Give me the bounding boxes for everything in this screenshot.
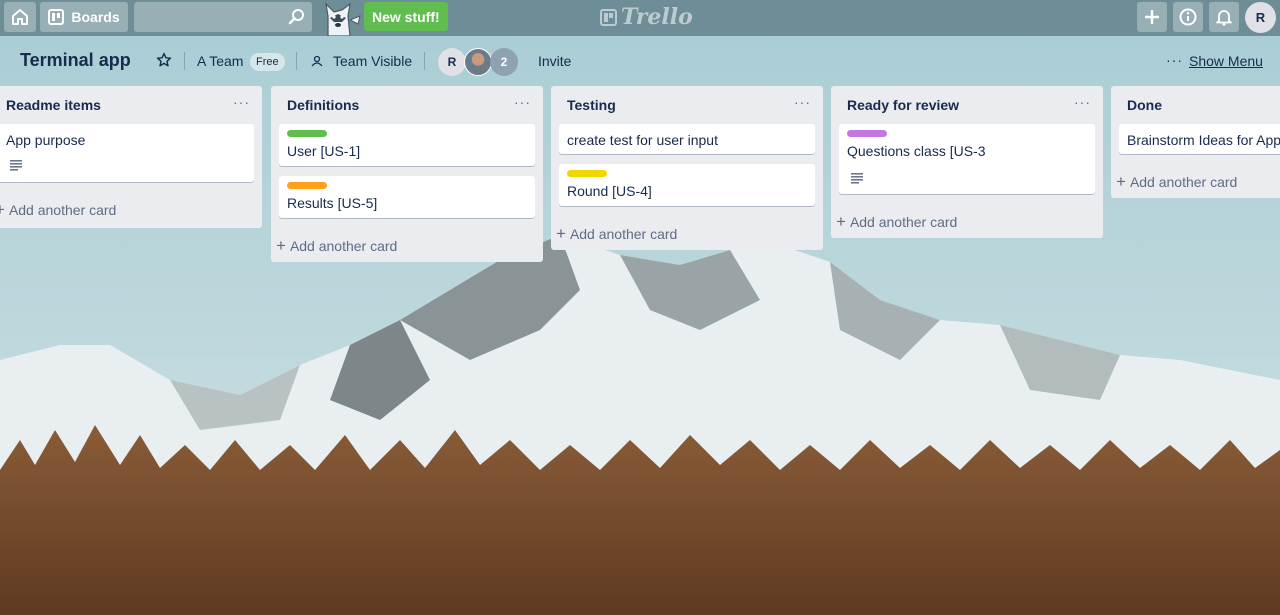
notifications-button[interactable] <box>1209 2 1239 32</box>
member-avatar-photo[interactable] <box>464 48 492 76</box>
description-icon <box>10 158 22 176</box>
user-avatar[interactable]: R <box>1245 2 1276 33</box>
card-title: App purpose <box>6 132 86 148</box>
card-title: Questions class [US-3 <box>847 143 986 159</box>
plus-icon: + <box>1116 172 1126 191</box>
card[interactable]: User [US-1] <box>279 124 535 166</box>
plus-icon: + <box>556 224 566 243</box>
list-title[interactable]: Readme items <box>6 97 101 113</box>
card-label-orange[interactable] <box>287 182 327 189</box>
board-title[interactable]: Terminal app <box>20 50 131 71</box>
list-title[interactable]: Definitions <box>287 97 359 113</box>
invite-button[interactable]: Invite <box>538 53 571 69</box>
list-menu-icon[interactable]: ··· <box>514 94 531 110</box>
boards-button[interactable]: Boards <box>40 2 128 32</box>
menu-dots-icon[interactable]: ··· <box>1166 52 1183 68</box>
card[interactable]: App purpose <box>0 124 254 182</box>
list-testing: Testing ··· create test for user input R… <box>551 86 823 250</box>
card[interactable]: Results [US-5] <box>279 176 535 218</box>
new-stuff-button[interactable]: New stuff! <box>364 2 448 31</box>
plus-icon <box>1144 9 1160 25</box>
add-card-button[interactable]: + Add another card <box>1116 172 1237 192</box>
card-title: User [US-1] <box>287 143 361 159</box>
add-card-button[interactable]: + Add another card <box>556 224 677 244</box>
card-title: Results [US-5] <box>287 195 378 211</box>
card-title: create test for user input <box>567 132 718 148</box>
card[interactable]: Round [US-4] <box>559 164 815 206</box>
add-card-label: Add another card <box>8 202 117 218</box>
add-card-button[interactable]: + Add another card <box>276 236 397 256</box>
add-card-label: Add another card <box>1129 174 1238 190</box>
visibility-button[interactable]: Team Visible <box>333 53 412 69</box>
header-divider <box>424 52 425 70</box>
card[interactable]: create test for user input <box>559 124 815 154</box>
card-label-green[interactable] <box>287 130 327 137</box>
plus-icon: + <box>0 200 5 220</box>
create-button[interactable] <box>1137 2 1167 32</box>
add-card-label: Add another card <box>289 238 398 254</box>
star-icon[interactable] <box>156 52 172 73</box>
member-avatar[interactable]: R <box>438 48 466 76</box>
team-visibility-icon <box>310 54 324 73</box>
info-button[interactable] <box>1173 2 1203 32</box>
info-icon <box>1179 8 1197 26</box>
list-definitions: Definitions ··· User [US-1] Results [US-… <box>271 86 543 262</box>
home-button[interactable] <box>4 2 36 32</box>
add-card-button[interactable]: + Add another card <box>0 200 116 220</box>
boards-icon <box>48 9 65 25</box>
header-divider <box>296 52 297 70</box>
plus-icon: + <box>276 236 286 255</box>
add-card-label: Add another card <box>569 226 678 242</box>
description-icon <box>851 171 863 189</box>
top-nav-bar: Boards New stuff! Trello R <box>0 0 1280 37</box>
trello-logo[interactable]: Trello <box>600 4 693 30</box>
list-ready-for-review: Ready for review ··· Questions class [US… <box>831 86 1103 238</box>
card-label-yellow[interactable] <box>567 170 607 177</box>
list-title[interactable]: Done <box>1127 97 1162 113</box>
trello-logo-icon <box>600 8 617 26</box>
search-icon[interactable] <box>288 8 306 31</box>
header-divider <box>184 52 185 70</box>
list-menu-icon[interactable]: ··· <box>1074 94 1091 110</box>
boards-label: Boards <box>71 9 120 25</box>
plus-icon: + <box>836 212 846 231</box>
team-name[interactable]: A Team <box>197 53 243 69</box>
list-menu-icon[interactable]: ··· <box>794 94 811 110</box>
list-title[interactable]: Testing <box>567 97 616 113</box>
list-menu-icon[interactable]: ··· <box>233 94 250 110</box>
home-icon <box>11 8 29 26</box>
card[interactable]: Questions class [US-3 <box>839 124 1095 194</box>
card-label-purple[interactable] <box>847 130 887 137</box>
card-title: Brainstorm Ideas for App <box>1127 132 1280 148</box>
husky-mascot-icon[interactable] <box>320 0 364 37</box>
board-header: Terminal app A Team Free Team Visible R … <box>0 36 1280 84</box>
plan-badge: Free <box>250 53 285 71</box>
list-title[interactable]: Ready for review <box>847 97 959 113</box>
card[interactable]: Brainstorm Ideas for App <box>1119 124 1280 154</box>
add-card-label: Add another card <box>849 214 958 230</box>
add-card-button[interactable]: + Add another card <box>836 212 957 232</box>
search-input[interactable] <box>134 2 312 32</box>
card-title: Round [US-4] <box>567 183 652 199</box>
list-readme-items: Readme items ··· App purpose + Add anoth… <box>0 86 262 228</box>
list-done: Done Brainstorm Ideas for App + Add anot… <box>1111 86 1280 198</box>
trello-logo-text: Trello <box>621 4 693 30</box>
show-menu-button[interactable]: Show Menu <box>1189 53 1263 69</box>
more-members-badge[interactable]: 2 <box>490 48 518 76</box>
bell-icon <box>1215 8 1233 26</box>
